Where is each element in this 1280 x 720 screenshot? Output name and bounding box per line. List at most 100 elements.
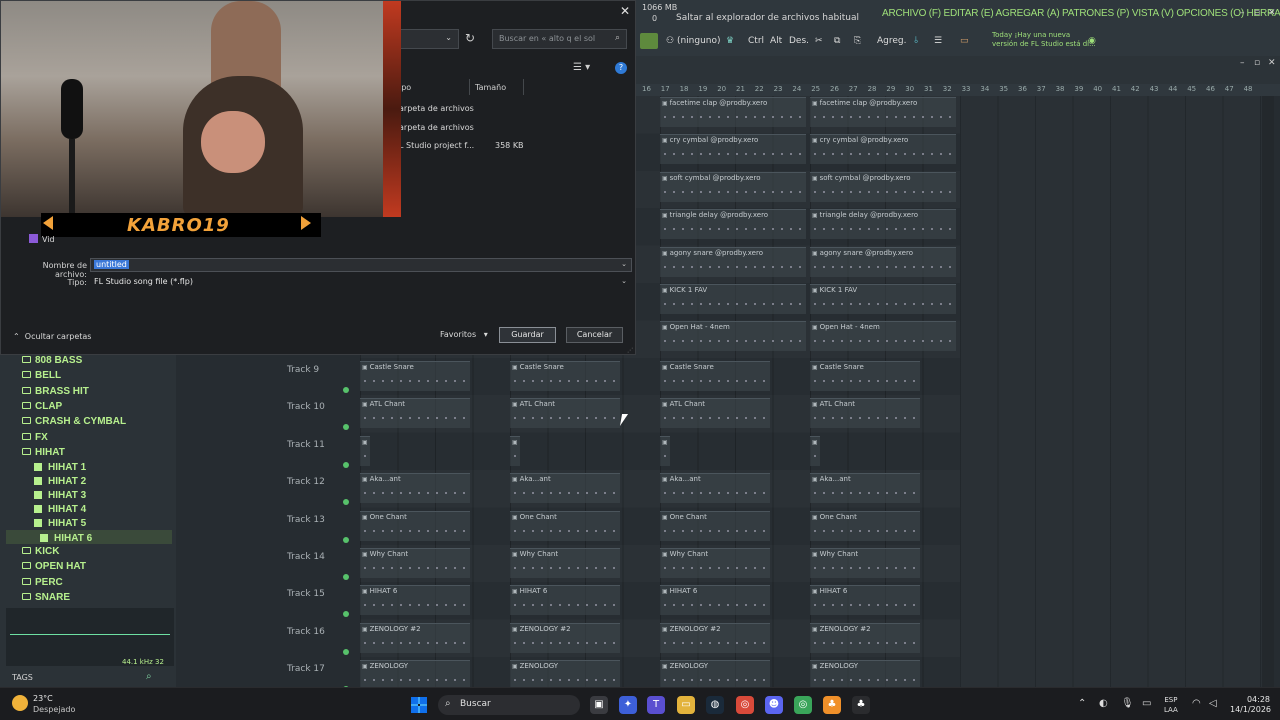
playlist-close-icon[interactable]: ✕ [1268, 58, 1276, 68]
weather-temp[interactable]: 23°C [33, 694, 53, 703]
piano-icon[interactable]: ▭ [960, 33, 969, 49]
track-mute-icon[interactable] [343, 461, 349, 468]
playlist-clip[interactable]: facetime clap @prodby.xero [810, 97, 956, 127]
copilot-icon[interactable]: ✦ [619, 696, 637, 714]
playlist-clip[interactable]: Aka...ant [360, 473, 470, 504]
browser-pattern[interactable]: HIHAT 5 [34, 518, 86, 529]
chrome-icon[interactable]: ◎ [736, 696, 754, 714]
playlist-clip[interactable]: ATL Chant [810, 398, 920, 429]
playlist-clip[interactable]: KICK 1 FAV [810, 284, 956, 314]
chevron-up-icon[interactable]: ⌃ [1078, 698, 1086, 709]
playlist-clip[interactable]: Open Hat - 4nem [810, 321, 956, 352]
track-label[interactable]: Track 10 [287, 402, 325, 412]
browser-pattern[interactable]: HIHAT 3 [34, 490, 86, 501]
weather-condition[interactable]: Despejado [33, 705, 75, 714]
news-ticker[interactable]: Today ¡Hay una nueva versión de FL Studio… [992, 31, 1096, 49]
track-label[interactable]: Track 9 [287, 365, 319, 375]
playlist-clip[interactable]: Castle Snare [810, 361, 920, 391]
browser-folder[interactable]: SNARE [22, 592, 70, 603]
playlist-clip[interactable]: One Chant [360, 510, 470, 541]
browser-folder[interactable]: 808 BASS [22, 355, 82, 366]
track-label[interactable]: Track 14 [287, 552, 325, 562]
playlist-clip[interactable]: One Chant [810, 510, 920, 541]
playlist-clip[interactable]: Open Hat - 4nem [660, 321, 806, 352]
browser-folder[interactable]: BRASS HIT [22, 386, 89, 397]
track-label[interactable]: Track 12 [287, 477, 325, 487]
search-icon[interactable]: ⌕ [146, 671, 152, 682]
chrome-alt-icon[interactable]: ◎ [794, 696, 812, 714]
metronome-icon[interactable]: ♛ [726, 33, 734, 49]
playlist-clip[interactable]: cry cymbal @prodby.xero [660, 134, 806, 165]
playlist-clip[interactable]: ZENOLOGY [360, 660, 470, 691]
browser-folder[interactable]: BELL [22, 370, 61, 381]
playlist-clip[interactable]: Aka...ant [810, 473, 920, 504]
playlist-clip[interactable]: HIHAT 6 [660, 585, 770, 616]
main-menu[interactable]: ARCHIVO (F) EDITAR (E) AGREGAR (A) PATRO… [882, 8, 1280, 19]
file-row-type[interactable]: arpeta de archivos [399, 123, 474, 132]
playlist-clip[interactable]: ZENOLOGY #2 [360, 622, 470, 653]
timeline-ruler[interactable]: 16 17 18 19 20 21 22 23 24 25 26 27 28 29 30 31 32 33 34 35… [636, 84, 1280, 96]
save-button[interactable]: Guardar [499, 327, 556, 343]
language-indicator[interactable]: ESP LAA [1164, 695, 1178, 715]
browser-pattern[interactable]: HIHAT 6 [40, 533, 92, 544]
playlist-clip[interactable]: triangle delay @prodby.xero [810, 209, 956, 240]
playlist-clip[interactable]: KICK 1 FAV [660, 284, 806, 314]
track-mute-icon[interactable] [343, 387, 349, 393]
playlist-clip[interactable]: triangle delay @prodby.xero [660, 209, 806, 240]
hide-folders-toggle[interactable]: ⌃ Ocultar carpetas [13, 332, 91, 341]
browser-pattern[interactable]: HIHAT 1 [34, 462, 86, 473]
snap-icon[interactable] [640, 33, 658, 49]
browser-folder[interactable]: FX [22, 432, 48, 443]
playlist-clip[interactable]: ZENOLOGY [660, 660, 770, 691]
playlist-clip[interactable]: soft cymbal @prodby.xero [660, 171, 806, 202]
playlist-clip[interactable]: ATL Chant [510, 398, 620, 429]
playlist-clip[interactable]: Castle Snare [660, 361, 770, 391]
file-explorer-icon[interactable]: ▭ [677, 696, 695, 714]
network-icon[interactable]: ◐ [1099, 698, 1108, 709]
chevron-down-icon[interactable]: ⌄ [621, 277, 627, 285]
volume-icon[interactable]: ◁ [1209, 698, 1217, 709]
playlist-clip[interactable]: soft cymbal @prodby.xero [810, 171, 956, 202]
type-select[interactable]: FL Studio song file (*.flp) ⌄ [90, 275, 632, 289]
resize-grip-icon[interactable]: ⋰ [627, 347, 633, 354]
track-mute-icon[interactable] [343, 574, 349, 580]
weather-icon[interactable] [12, 695, 28, 711]
track-mute-icon[interactable] [343, 648, 349, 655]
playlist-clip[interactable]: Aka...ant [660, 473, 770, 504]
playlist-clip[interactable]: ZENOLOGY [510, 660, 620, 691]
path-dropdown[interactable]: ⌄ [397, 29, 459, 49]
ctrl-button[interactable]: Ctrl [748, 33, 764, 49]
browser-folder[interactable]: KICK [22, 546, 59, 557]
playlist-clip[interactable]: cry cymbal @prodby.xero [810, 134, 956, 165]
playlist-clip[interactable]: Why Chant [510, 548, 620, 578]
column-separator[interactable] [469, 79, 470, 95]
favorites-dropdown[interactable]: Favoritos ▾ [440, 330, 488, 339]
browser-folder[interactable]: HIHAT [22, 447, 65, 458]
track-mute-icon[interactable] [343, 424, 349, 431]
track-label[interactable]: Track 13 [287, 515, 325, 525]
online-icon[interactable]: ◉ [1088, 33, 1096, 49]
playlist-clip[interactable]: agony snare @prodby.xero [660, 246, 806, 277]
tempo-icon[interactable]: ⫰ [914, 33, 918, 49]
playlist-clip[interactable]: ZENOLOGY #2 [510, 622, 620, 653]
playlist-clip[interactable]: HIHAT 6 [510, 585, 620, 616]
playlist-clip[interactable]: ZENOLOGY #2 [660, 622, 770, 653]
cancel-button[interactable]: Cancelar [566, 327, 623, 343]
close-icon[interactable]: ✕ [620, 4, 630, 18]
playlist-clip[interactable] [660, 435, 670, 466]
track-label[interactable]: Track 16 [287, 627, 325, 637]
view-options-icon[interactable]: ☰ ▾ [573, 62, 590, 73]
clock[interactable]: 04:28 14/1/2026 [1230, 695, 1271, 715]
playlist-clip[interactable] [510, 435, 520, 466]
playlist-clip[interactable]: HIHAT 6 [810, 585, 920, 616]
help-icon[interactable]: ? [615, 62, 627, 74]
file-row-type[interactable]: L Studio project f... [399, 141, 474, 150]
playlist-clip[interactable]: Castle Snare [510, 361, 620, 391]
wifi-icon[interactable]: ◠ [1192, 698, 1201, 709]
search-input[interactable]: Buscar en « alto q el sol ⌕ [492, 29, 627, 49]
playlist-clip[interactable]: ATL Chant [660, 398, 770, 429]
display-icon[interactable]: ▭ [1142, 698, 1151, 709]
close-icon[interactable]: ✕ [1268, 8, 1276, 18]
fl-studio-icon[interactable]: ♣ [823, 696, 841, 714]
pattern-selector[interactable]: ⚇ (ninguno) [666, 33, 721, 49]
